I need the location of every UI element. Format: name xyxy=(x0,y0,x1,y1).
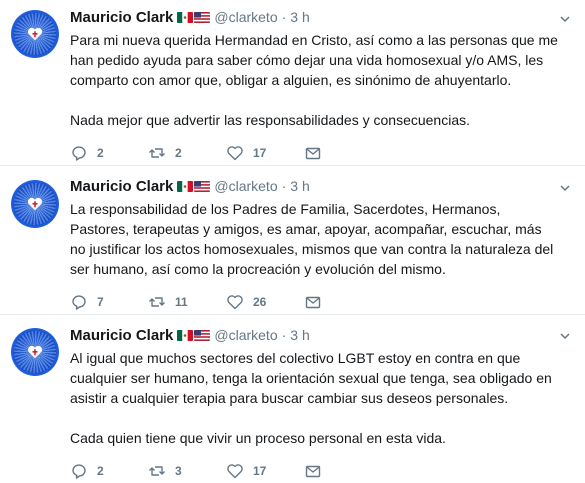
tweet-paragraph: Para mi nueva querida Hermandad en Crist… xyxy=(70,32,558,88)
flags xyxy=(177,329,211,341)
timestamp[interactable]: 3 h xyxy=(290,327,309,343)
retweet-icon xyxy=(149,148,165,158)
usa-flag-icon xyxy=(194,180,211,192)
like-button[interactable]: 17 xyxy=(226,462,304,480)
tweet-paragraph: La responsabilidad de los Padres de Fami… xyxy=(70,201,554,277)
like-count: 17 xyxy=(253,146,267,160)
direct-message-button[interactable] xyxy=(304,293,322,311)
retweet-count: 2 xyxy=(175,146,182,160)
flags xyxy=(177,180,211,192)
tweet-paragraph: Cada quien tiene que vivir un proceso pe… xyxy=(70,430,446,446)
chevron-down-icon[interactable] xyxy=(559,13,571,25)
tweet-actions: 7 11 26 xyxy=(70,292,561,312)
tweet[interactable]: Mauricio Clark @clarketo · 3 h Al igual … xyxy=(0,315,585,483)
author-name[interactable]: Mauricio Clark xyxy=(70,327,173,344)
direct-message-button[interactable] xyxy=(304,144,322,162)
tweet[interactable]: Mauricio Clark @clarketo · 3 h La respon… xyxy=(0,166,585,315)
separator: · xyxy=(281,327,287,343)
heart-icon xyxy=(227,146,243,161)
tweet-text: La responsabilidad de los Padres de Fami… xyxy=(70,199,561,279)
author-handle[interactable]: @clarketo xyxy=(214,327,277,343)
tweet-actions: 2 3 17 xyxy=(70,461,561,481)
timeline: Mauricio Clark @clarketo · 3 h Para mi n… xyxy=(0,0,585,483)
separator: · xyxy=(281,9,287,25)
tweet-header: Mauricio Clark @clarketo · 3 h xyxy=(70,325,561,345)
reply-count: 2 xyxy=(97,146,104,160)
avatar[interactable] xyxy=(11,10,59,58)
flags xyxy=(177,11,211,23)
retweet-button[interactable]: 11 xyxy=(148,293,226,311)
envelope-icon xyxy=(305,465,321,478)
reply-icon xyxy=(72,464,86,479)
retweet-count: 3 xyxy=(175,464,182,478)
like-button[interactable]: 17 xyxy=(226,144,304,162)
like-count: 17 xyxy=(253,464,267,478)
mexico-flag-icon xyxy=(177,329,194,341)
separator: · xyxy=(281,178,287,194)
retweet-count: 11 xyxy=(175,295,188,309)
author-name[interactable]: Mauricio Clark xyxy=(70,9,173,26)
tweet-text: Para mi nueva querida Hermandad en Crist… xyxy=(70,30,561,130)
timestamp[interactable]: 3 h xyxy=(290,9,309,25)
heart-emblem-icon xyxy=(27,27,43,41)
chevron-down-icon[interactable] xyxy=(559,330,571,342)
tweet-paragraph: Al igual que muchos sectores del colecti… xyxy=(70,350,552,406)
heart-emblem-icon xyxy=(27,197,43,211)
retweet-icon xyxy=(149,297,165,307)
reply-icon xyxy=(72,295,86,310)
retweet-button[interactable]: 3 xyxy=(148,462,226,480)
usa-flag-icon xyxy=(194,11,211,23)
mexico-flag-icon xyxy=(177,180,194,192)
reply-count: 7 xyxy=(97,295,104,309)
envelope-icon xyxy=(305,296,321,309)
tweet-paragraph: Nada mejor que advertir las responsabili… xyxy=(70,112,470,128)
chevron-down-icon[interactable] xyxy=(559,182,571,194)
reply-button[interactable]: 2 xyxy=(70,144,148,162)
author-name[interactable]: Mauricio Clark xyxy=(70,178,173,195)
heart-emblem-icon xyxy=(27,345,43,359)
author-handle[interactable]: @clarketo xyxy=(214,9,277,25)
mexico-flag-icon xyxy=(177,11,194,23)
tweet-header: Mauricio Clark @clarketo · 3 h xyxy=(70,7,561,27)
avatar[interactable] xyxy=(11,180,59,228)
heart-icon xyxy=(227,295,243,310)
envelope-icon xyxy=(305,147,321,160)
avatar[interactable] xyxy=(11,328,59,376)
tweet[interactable]: Mauricio Clark @clarketo · 3 h Para mi n… xyxy=(0,0,585,166)
like-count: 26 xyxy=(253,295,267,309)
tweet-text: Al igual que muchos sectores del colecti… xyxy=(70,348,561,448)
tweet-actions: 2 2 17 xyxy=(70,143,561,163)
reply-button[interactable]: 7 xyxy=(70,293,148,311)
tweet-header: Mauricio Clark @clarketo · 3 h xyxy=(70,176,561,196)
reply-button[interactable]: 2 xyxy=(70,462,148,480)
reply-icon xyxy=(72,146,86,161)
retweet-icon xyxy=(149,466,165,476)
retweet-button[interactable]: 2 xyxy=(148,144,226,162)
usa-flag-icon xyxy=(194,329,211,341)
direct-message-button[interactable] xyxy=(304,462,322,480)
reply-count: 2 xyxy=(97,464,104,478)
heart-icon xyxy=(227,464,243,479)
timestamp[interactable]: 3 h xyxy=(290,178,309,194)
like-button[interactable]: 26 xyxy=(226,293,304,311)
author-handle[interactable]: @clarketo xyxy=(214,178,277,194)
